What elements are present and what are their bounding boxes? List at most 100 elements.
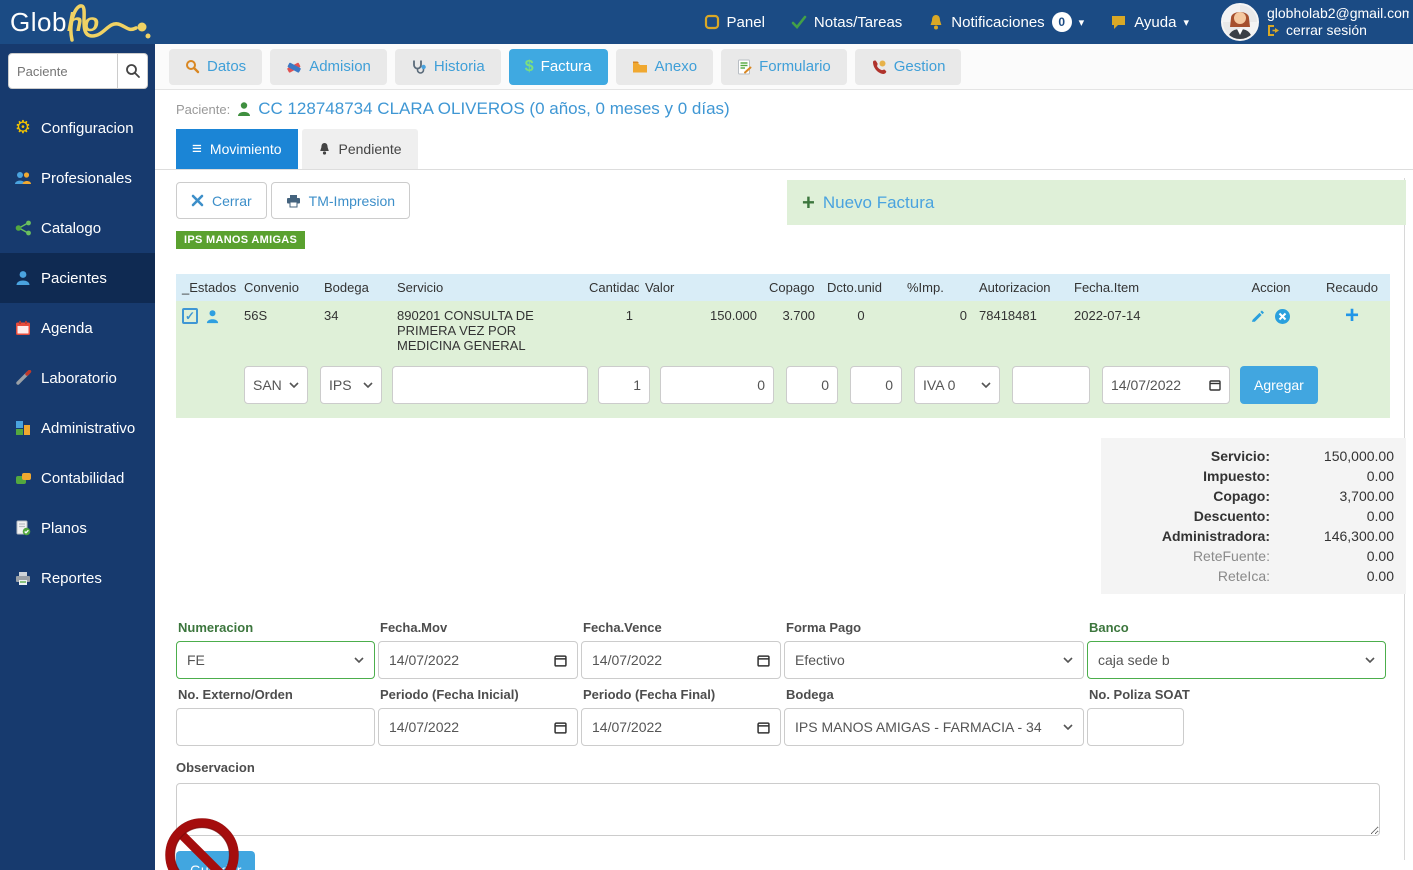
- sidebar-item-label: Profesionales: [41, 169, 132, 187]
- no-externo-input-wrap: [176, 708, 375, 746]
- banco-select[interactable]: caja sede b: [1087, 641, 1386, 679]
- fecha-mov-date-input[interactable]: 14/07/2022: [378, 641, 578, 679]
- add-recaudo-icon[interactable]: +: [1345, 302, 1359, 329]
- col-convenio: Convenio: [238, 274, 318, 301]
- share-nodes-icon: [14, 219, 32, 237]
- patient-search-button[interactable]: [118, 53, 148, 89]
- user-avatar[interactable]: [1221, 3, 1259, 41]
- row-checkbox[interactable]: ✓: [182, 308, 198, 324]
- autorizacion-input[interactable]: [1021, 377, 1081, 393]
- tm-impresion-button[interactable]: TM-Impresion: [270, 182, 411, 219]
- fecha-item-cell: 2022-07-14: [1068, 301, 1228, 360]
- nuevo-factura-bar[interactable]: + Nuevo Factura: [787, 180, 1406, 225]
- tab-label: Anexo: [654, 58, 698, 75]
- servicio-cell: 890201 CONSULTA DE PRIMERA VEZ POR MEDIC…: [391, 301, 583, 360]
- fecha-item-value: 14/07/2022: [1111, 377, 1182, 393]
- convenio-select[interactable]: SAN: [244, 366, 308, 404]
- fecha-vence-date-input[interactable]: 14/07/2022: [581, 641, 781, 679]
- sidebar-item-label: Laboratorio: [41, 369, 117, 387]
- sidebar-item-catalogo[interactable]: Catalogo: [0, 203, 155, 253]
- search-icon: [125, 64, 140, 78]
- periodo-inicial-date-input[interactable]: 14/07/2022: [378, 708, 578, 746]
- tab-datos[interactable]: Datos: [169, 48, 263, 85]
- autorizacion-input-wrap: [1012, 366, 1090, 404]
- cantidad-input-wrap: [598, 366, 650, 404]
- subtab-pendiente[interactable]: Pendiente: [301, 129, 418, 169]
- valor-cell: 150.000: [639, 301, 763, 360]
- blocks-icon: [14, 419, 32, 437]
- guardar-button[interactable]: Guardar: [176, 851, 256, 870]
- save-row: Guardar: [165, 818, 1406, 870]
- sidebar-item-pacientes[interactable]: Pacientes: [0, 253, 155, 303]
- col-dcto-unid: Dcto.unid: [821, 274, 901, 301]
- col-recaudo: Recaudo: [1314, 274, 1390, 301]
- panel-nav-item[interactable]: Panel: [704, 14, 765, 31]
- sidebar-item-planos[interactable]: Planos: [0, 503, 155, 553]
- agregar-button[interactable]: Agregar: [1240, 366, 1318, 404]
- tab-historia[interactable]: Historia: [394, 48, 501, 85]
- cantidad-input[interactable]: [607, 377, 641, 393]
- total-value: 0.00: [1366, 508, 1394, 524]
- sidebar-item-contabilidad[interactable]: Contabilidad: [0, 453, 155, 503]
- logout-link[interactable]: cerrar sesión: [1267, 22, 1409, 39]
- periodo-inicial-label: Periodo (Fecha Inicial): [380, 687, 519, 702]
- sidebar-item-label: Reportes: [41, 569, 102, 587]
- copago-input[interactable]: [795, 377, 829, 393]
- total-label: Impuesto:: [1203, 468, 1270, 484]
- tab-factura[interactable]: $ Factura: [508, 48, 608, 85]
- forma-pago-select[interactable]: Efectivo: [784, 641, 1084, 679]
- no-externo-input[interactable]: [187, 719, 364, 735]
- poliza-soat-input-wrap: [1087, 708, 1184, 746]
- invoice-form: Numeracion Fecha.Mov Fecha.Vence Forma P…: [176, 616, 1390, 746]
- notas-tareas-nav-item[interactable]: Notas/Tareas: [791, 14, 902, 31]
- tab-gestion[interactable]: Gestion: [854, 48, 962, 85]
- edit-pencil-icon[interactable]: [1251, 309, 1266, 324]
- sidebar-item-administrativo[interactable]: Administrativo: [0, 403, 155, 453]
- person-icon[interactable]: [205, 309, 220, 324]
- tab-anexo[interactable]: Anexo: [615, 48, 714, 85]
- notificaciones-nav-item[interactable]: Notificaciones 0 ▾: [928, 12, 1084, 32]
- dcto-input[interactable]: [859, 377, 893, 393]
- sidebar-item-laboratorio[interactable]: Laboratorio: [0, 353, 155, 403]
- chevron-down-icon: [289, 382, 299, 388]
- observacion-textarea[interactable]: [176, 783, 1380, 836]
- iva-select-value: IVA 0: [923, 377, 956, 393]
- sidebar-item-configuracion[interactable]: ⚙ Configuracion: [0, 103, 155, 153]
- bell-icon: [930, 14, 942, 29]
- cerrar-button[interactable]: Cerrar: [176, 182, 267, 219]
- chevron-down-icon: [363, 382, 373, 388]
- poliza-soat-input[interactable]: [1098, 719, 1173, 735]
- subtab-movimiento[interactable]: ≡ Movimiento: [176, 129, 298, 169]
- valor-input[interactable]: [669, 377, 765, 393]
- avatar-image: [1223, 5, 1257, 39]
- calendar-icon: [554, 654, 567, 667]
- accounting-icon: [14, 469, 32, 487]
- fecha-mov-value: 14/07/2022: [389, 652, 460, 668]
- table-row: ✓ 56S 34 890201 CONSULTA DE PRIMERA VEZ …: [176, 301, 1390, 360]
- periodo-final-date-input[interactable]: 14/07/2022: [581, 708, 781, 746]
- bodega-select[interactable]: IPS: [320, 366, 382, 404]
- chevron-down-icon: [981, 382, 991, 388]
- numeracion-select[interactable]: FE: [176, 641, 375, 679]
- app-logo[interactable]: Globho: [0, 0, 155, 44]
- tab-admision[interactable]: Admision: [270, 48, 387, 85]
- tab-formulario[interactable]: Formulario: [721, 48, 847, 85]
- sidebar-item-reportes[interactable]: Reportes: [0, 553, 155, 603]
- patient-search-input[interactable]: [8, 53, 118, 89]
- sidebar-item-agenda[interactable]: Agenda: [0, 303, 155, 353]
- servicio-input[interactable]: [401, 377, 579, 393]
- iva-select[interactable]: IVA 0: [914, 366, 1000, 404]
- total-value: 146,300.00: [1323, 528, 1394, 544]
- ayuda-nav-item[interactable]: Ayuda ▾: [1110, 14, 1189, 31]
- total-value: 0.00: [1366, 468, 1394, 484]
- banco-value: caja sede b: [1098, 652, 1170, 668]
- bodega-form-select[interactable]: IPS MANOS AMIGAS - FARMACIA - 34: [784, 708, 1084, 746]
- cancel-circle-icon[interactable]: [1274, 308, 1291, 325]
- sidebar-item-profesionales[interactable]: Profesionales: [0, 153, 155, 203]
- fecha-item-date-input[interactable]: 14/07/2022: [1102, 366, 1230, 404]
- chevron-down-icon: [1365, 657, 1375, 663]
- valor-input-wrap: [660, 366, 774, 404]
- invoice-subtabs: ≡ Movimiento Pendiente: [155, 129, 1413, 170]
- lab-pencil-icon: [14, 369, 32, 387]
- chevron-down-icon: [1063, 724, 1073, 730]
